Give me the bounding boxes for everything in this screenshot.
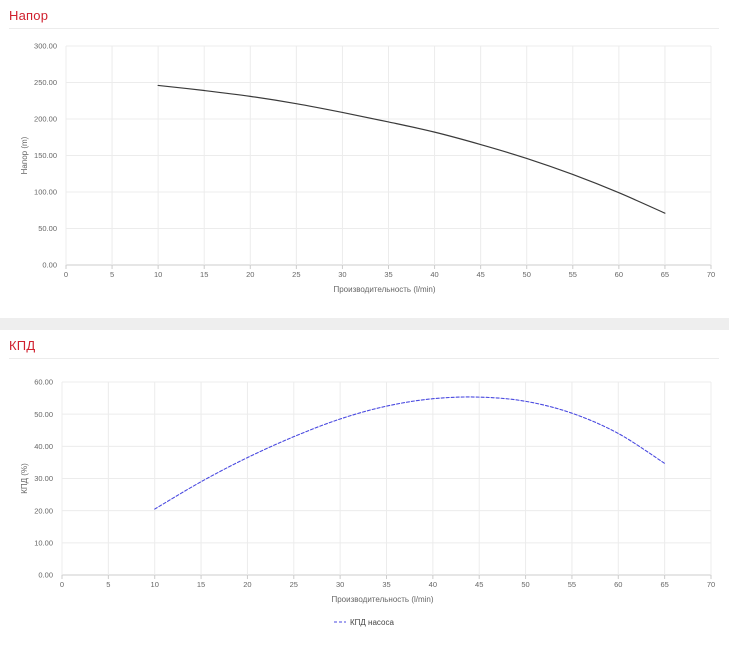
efficiency-x-tick-label: 10 [151, 580, 159, 589]
efficiency-x-tick-label: 60 [614, 580, 622, 589]
head-x-tick-label: 20 [246, 270, 254, 279]
head-x-tick-label: 40 [430, 270, 438, 279]
head-y-tick-label: 0.00 [42, 261, 57, 270]
head-x-tick-label: 5 [110, 270, 114, 279]
efficiency-y-tick-label: 60.00 [34, 378, 53, 387]
efficiency-x-axis-label: Производительность (l/min) [331, 595, 433, 604]
efficiency-x-tick-label: 50 [521, 580, 529, 589]
head-chart: 0.00 50.00 100.00 150.00 200.00 250.00 300.00 0… [20, 42, 715, 294]
efficiency-y-tick-label: 20.00 [34, 506, 53, 515]
efficiency-chart-panel: КПД 0.00 10.00 20.00 30.00 40.00 50.00 60.00 0 5… [0, 330, 729, 650]
efficiency-y-axis-label: КПД (%) [20, 463, 29, 494]
head-y-tick-label: 150.00 [34, 151, 57, 160]
head-y-tick-label: 200.00 [34, 115, 57, 124]
efficiency-y-tick-label: 0.00 [38, 571, 53, 580]
efficiency-x-tick-label: 20 [243, 580, 251, 589]
head-y-tick-label: 100.00 [34, 188, 57, 197]
efficiency-x-tick-label: 15 [197, 580, 205, 589]
head-x-tick-label: 55 [569, 270, 577, 279]
head-x-axis-label: Производительность (l/min) [333, 285, 435, 294]
head-y-tick-label: 300.00 [34, 42, 57, 51]
head-x-tick-label: 0 [64, 270, 68, 279]
efficiency-x-tick-label: 55 [568, 580, 576, 589]
efficiency-chart: 0.00 10.00 20.00 30.00 40.00 50.00 60.00 0 5 10 15… [20, 378, 715, 627]
efficiency-y-tick-label: 30.00 [34, 474, 53, 483]
efficiency-x-tick-label: 25 [290, 580, 298, 589]
head-x-tick-label: 25 [292, 270, 300, 279]
head-y-tick-label: 50.00 [38, 224, 57, 233]
efficiency-x-tick-label: 45 [475, 580, 483, 589]
head-x-tick-label: 60 [615, 270, 623, 279]
efficiency-x-tick-label: 0 [60, 580, 64, 589]
head-x-tick-label: 70 [707, 270, 715, 279]
head-x-tick-label: 45 [476, 270, 484, 279]
head-x-tick-label: 30 [338, 270, 346, 279]
efficiency-x-tick-label: 30 [336, 580, 344, 589]
efficiency-x-tick-label: 35 [382, 580, 390, 589]
efficiency-x-tick-label: 65 [660, 580, 668, 589]
head-x-tick-label: 10 [154, 270, 162, 279]
efficiency-y-tick-label: 10.00 [34, 538, 53, 547]
efficiency-x-tick-label: 70 [707, 580, 715, 589]
efficiency-x-tick-label: 5 [106, 580, 110, 589]
efficiency-x-tick-label: 40 [429, 580, 437, 589]
head-y-axis-label: Напор (m) [20, 136, 29, 174]
panel-separator [0, 318, 729, 330]
head-chart-panel: Напор 0.00 50.00 100.00 150.00 200.00 250.00 3… [0, 0, 729, 318]
head-series-line [157, 84, 666, 214]
head-x-tick-label: 50 [523, 270, 531, 279]
efficiency-y-tick-label: 40.00 [34, 442, 53, 451]
head-y-tick-label: 250.00 [34, 78, 57, 87]
head-x-tick-label: 15 [200, 270, 208, 279]
efficiency-legend-label: КПД насоса [350, 618, 394, 627]
head-x-tick-label: 65 [661, 270, 669, 279]
efficiency-y-tick-label: 50.00 [34, 410, 53, 419]
head-x-tick-label: 35 [384, 270, 392, 279]
